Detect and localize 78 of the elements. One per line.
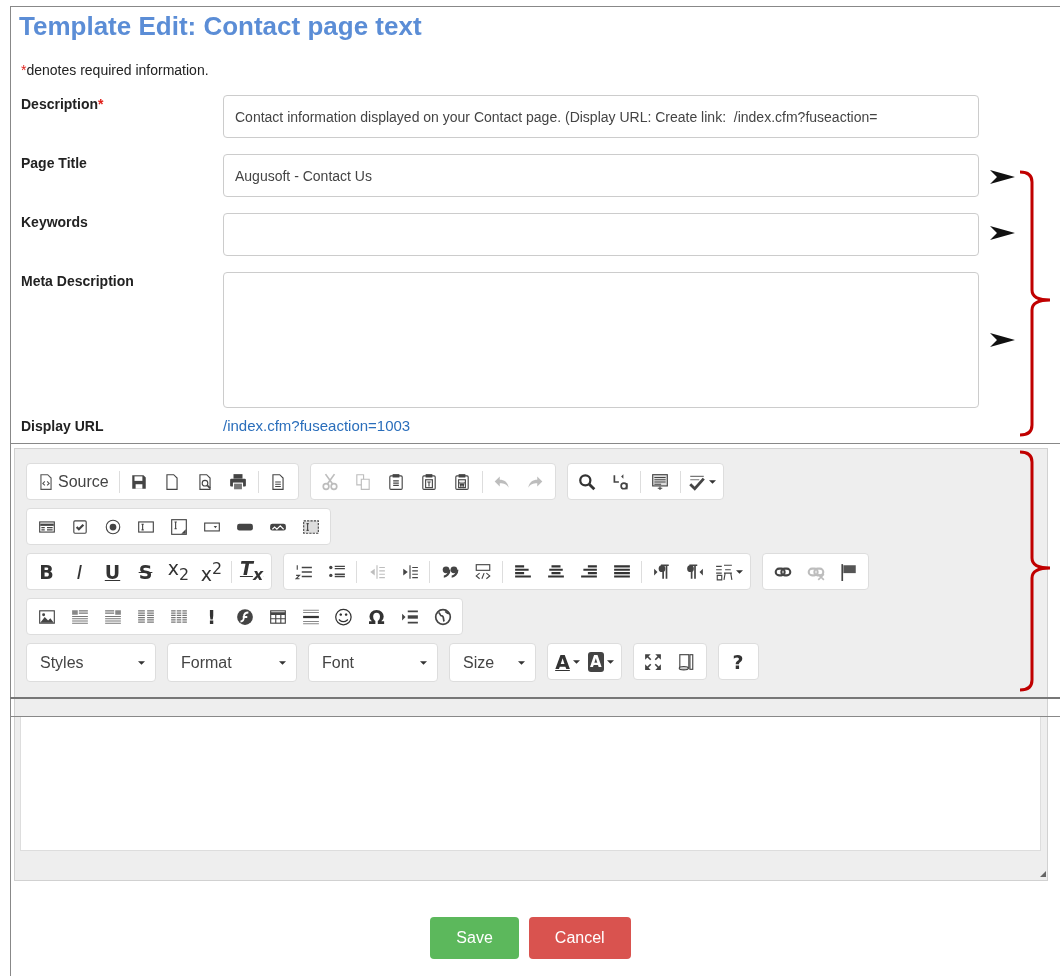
maximize-icon (644, 652, 663, 671)
source-page-icon (37, 472, 55, 491)
required-note: *denotes required information. (21, 61, 210, 79)
toolbar-button[interactable]: ☺ (328, 601, 359, 632)
arrowhead-icon (990, 170, 1015, 184)
flag-icon (839, 562, 858, 581)
horizontal-rule-icon (301, 607, 320, 626)
search-icon (578, 472, 597, 491)
toolbar-button[interactable]: Ω (361, 601, 392, 632)
text-area-icon (169, 517, 188, 536)
caret-icon (518, 660, 525, 665)
caret-icon (606, 659, 614, 664)
printer-icon (229, 472, 248, 491)
caret-icon (736, 569, 743, 574)
dropdown[interactable]: Size (449, 643, 536, 682)
field-label: Description* (21, 95, 105, 114)
toolbar-button[interactable]: I (64, 556, 95, 587)
language-icon (715, 562, 733, 581)
div-container-icon (473, 562, 492, 581)
align-justify-icon (612, 562, 631, 581)
field-label: Page Title (21, 154, 88, 173)
pilcrow-right-icon (652, 562, 671, 581)
copy-icon (354, 472, 373, 491)
dropdown[interactable]: Font (308, 643, 438, 682)
caret-icon (708, 479, 716, 484)
clipboard-icon (387, 472, 406, 491)
arrowhead-icon (990, 226, 1015, 240)
numbered-list-icon (294, 562, 313, 581)
toolbar-button[interactable]: T$_{x}$ (236, 556, 267, 587)
clipboard-text-icon (420, 472, 439, 491)
field-label: Display URL (21, 417, 105, 435)
source-button[interactable]: Source (31, 466, 115, 497)
select-all-icon (651, 472, 670, 491)
dropdown[interactable]: Format (167, 643, 297, 682)
input-field[interactable] (223, 213, 979, 256)
toolbar-button[interactable]: x$^{2}$ (196, 556, 227, 587)
flash-circle-icon (235, 607, 254, 626)
globe-icon (433, 607, 452, 626)
input-field[interactable]: Contact information displayed on your Contact page. (Display URL: Create link: /index.cfm?fuseaction= (223, 95, 979, 138)
hidden-field-icon (301, 517, 320, 536)
image-left-text-icon (70, 607, 89, 626)
toolbar-button[interactable]: ? (722, 646, 754, 677)
toolbar-button[interactable]: B (31, 556, 62, 587)
toolbar-button[interactable]: A (585, 646, 617, 677)
input-field[interactable]: Augusoft - Contact Us (223, 154, 979, 197)
display-url-link[interactable]: /index.cfm?fuseaction=1003 (223, 417, 411, 435)
caret-icon (420, 660, 427, 665)
three-columns-icon (169, 607, 188, 626)
image-right-text-icon (103, 607, 122, 626)
toolbar-button[interactable]: ! (196, 601, 227, 632)
page-title: Template Edit: Contact page text (18, 10, 423, 41)
field-label: Meta Description (21, 272, 135, 291)
resize-grip-icon[interactable] (1040, 871, 1046, 877)
arrowhead-icon (990, 333, 1015, 347)
radio-icon (103, 517, 122, 536)
replace-icon (611, 472, 630, 491)
checkbox-icon (70, 517, 89, 536)
table-icon (268, 607, 287, 626)
toolbar-button[interactable]: x$_{2}$ (163, 556, 194, 587)
toolbar-button[interactable]: S (130, 556, 161, 587)
show-blocks-icon (677, 652, 696, 671)
caret-icon (572, 659, 580, 664)
caret-icon (279, 660, 286, 665)
scissors-icon (321, 472, 340, 491)
image-icon (37, 607, 56, 626)
dropdown[interactable]: Styles (26, 643, 156, 682)
two-columns-icon (136, 607, 155, 626)
indent-icon (400, 562, 419, 581)
cancel-button[interactable]: Cancel (528, 917, 631, 959)
toolbar-button[interactable]: U (97, 556, 128, 587)
align-center-icon (546, 562, 565, 581)
pilcrow-left-icon (685, 562, 704, 581)
caret-icon (138, 660, 145, 665)
clipboard-document-icon (453, 472, 472, 491)
align-left-icon (513, 562, 532, 581)
toolbar-button[interactable]: A (552, 646, 583, 677)
field-label: Keywords (21, 213, 89, 232)
align-right-icon (579, 562, 598, 581)
